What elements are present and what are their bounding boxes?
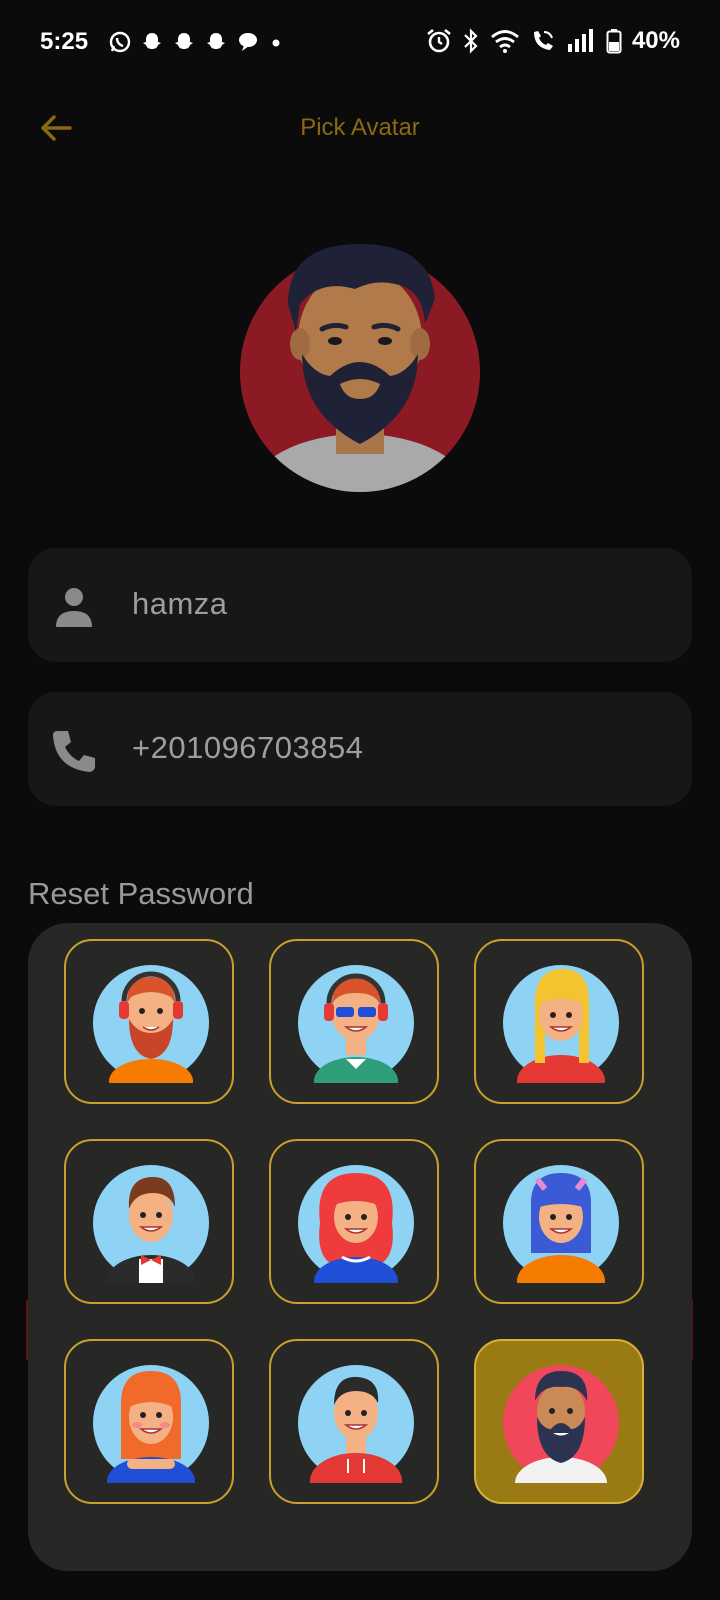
name-field[interactable]: hamza: [28, 548, 692, 662]
system-icons: 40%: [426, 27, 680, 55]
snapchat-icon: [175, 33, 193, 49]
phone-value: +201096703854: [132, 730, 364, 765]
avatar-man-bowtie: [93, 1165, 209, 1283]
phone-field[interactable]: +201096703854: [28, 692, 692, 806]
selected-avatar[interactable]: [240, 244, 480, 494]
status-time: 5:25: [40, 28, 89, 55]
avatar-option[interactable]: [474, 939, 644, 1104]
battery-percentage: 40%: [631, 27, 680, 54]
phone-icon: [53, 731, 95, 772]
name-value: hamza: [132, 586, 228, 621]
whatsapp-icon: [109, 31, 131, 53]
avatar-option[interactable]: [269, 1139, 439, 1304]
status-bar: 5:25 40%: [0, 0, 720, 84]
avatar-bearded-man-headphones: [93, 965, 209, 1083]
avatar-blue-hair-girl-cat-ears: [503, 1165, 619, 1283]
battery-icon: [606, 29, 622, 54]
bluetooth-icon: [464, 28, 478, 54]
wifi-calling-icon: [533, 31, 553, 50]
avatar-bearded-man-dark-hair: [503, 1365, 619, 1483]
page-title: Pick Avatar: [300, 114, 420, 141]
avatar-option[interactable]: [269, 1339, 439, 1504]
avatar-option[interactable]: [269, 939, 439, 1104]
signal-icon: [567, 29, 593, 52]
notification-icons: [108, 30, 284, 54]
dot-icon: [272, 39, 280, 47]
avatar-blonde-woman: [503, 965, 619, 1083]
avatar-option-selected[interactable]: [474, 1339, 644, 1504]
avatar-option[interactable]: [64, 1139, 234, 1304]
reset-password-link[interactable]: Reset Password: [28, 876, 254, 912]
person-icon: [56, 588, 92, 627]
chat-bubble-icon: [239, 33, 257, 51]
avatar-man-red-hoodie: [298, 1365, 414, 1483]
snapchat-icon: [143, 33, 161, 49]
avatar-man-sunglasses-headphones: [298, 965, 414, 1083]
alarm-icon: [427, 28, 451, 53]
app-bar: Pick Avatar: [0, 96, 720, 160]
avatar-option[interactable]: [64, 939, 234, 1104]
wifi-icon: [491, 30, 519, 53]
avatar-ginger-woman: [93, 1365, 209, 1483]
avatar-option[interactable]: [474, 1139, 644, 1304]
avatar-picker-sheet: [28, 923, 692, 1571]
avatar-option[interactable]: [64, 1339, 234, 1504]
snapchat-icon: [207, 33, 225, 49]
avatar-redhead-woman: [298, 1165, 414, 1283]
